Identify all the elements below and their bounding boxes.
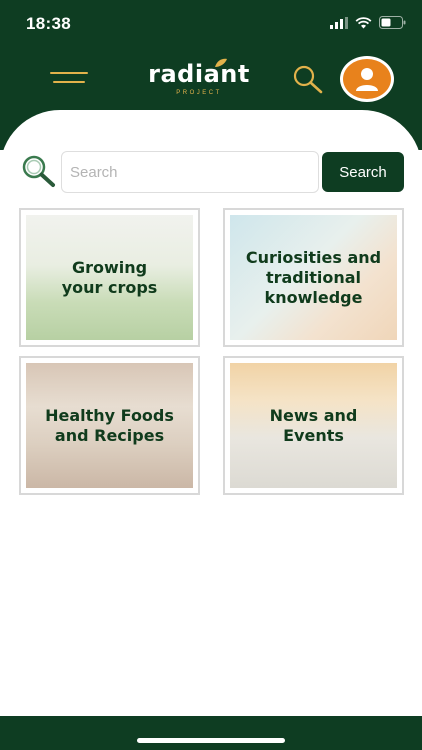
app-logo: radiant PROJECT <box>144 58 254 102</box>
category-card-curiosities[interactable]: Curiosities and traditional knowledge <box>223 208 404 347</box>
logo-text: radiant <box>148 60 250 88</box>
category-card-news-events[interactable]: News and Events <box>223 356 404 495</box>
status-time: 18:38 <box>26 14 71 33</box>
profile-avatar-button[interactable] <box>340 56 394 102</box>
wifi-icon <box>355 16 372 28</box>
status-bar: 18:38 <box>0 0 422 48</box>
card-title: Healthy Foods and Recipes <box>45 405 174 445</box>
card-image: Growing your crops <box>26 215 193 340</box>
card-image: Curiosities and traditional knowledge <box>230 215 397 340</box>
battery-icon <box>379 16 406 29</box>
search-button[interactable]: Search <box>322 152 404 192</box>
leaf-icon <box>215 58 227 67</box>
search-input[interactable] <box>61 151 319 193</box>
signal-icon <box>330 16 348 29</box>
menu-icon[interactable] <box>50 72 88 84</box>
card-image: News and Events <box>230 363 397 488</box>
user-icon <box>356 68 378 91</box>
category-card-healthy-foods[interactable]: Healthy Foods and Recipes <box>19 356 200 495</box>
bottom-bar <box>0 716 422 750</box>
logo-subtext: PROJECT <box>176 90 222 96</box>
card-image: Healthy Foods and Recipes <box>26 363 193 488</box>
status-icons <box>330 16 406 29</box>
card-title: News and Events <box>269 405 358 445</box>
search-icon[interactable] <box>290 63 326 95</box>
home-indicator[interactable] <box>137 738 285 743</box>
card-title: Growing your crops <box>61 257 158 297</box>
category-card-growing-crops[interactable]: Growing your crops <box>19 208 200 347</box>
search-icon <box>22 155 55 187</box>
card-title: Curiosities and traditional knowledge <box>245 247 382 307</box>
